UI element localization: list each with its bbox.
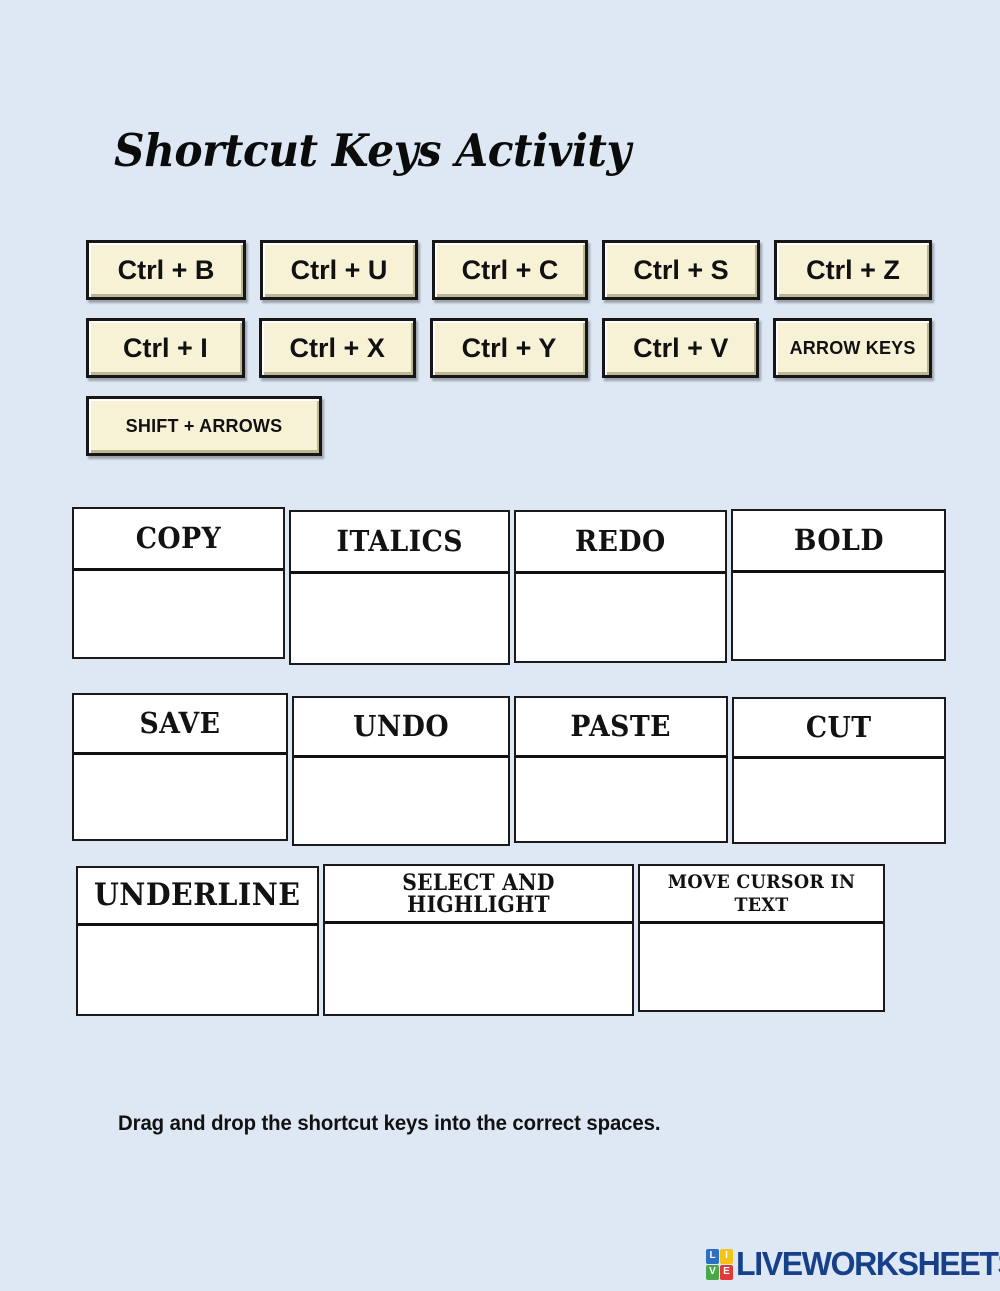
drop-zone-move-cursor-in-text[interactable] <box>640 924 883 1010</box>
key-button-label: Ctrl + V <box>633 332 729 363</box>
answer-box-header-label: UNDO <box>353 709 449 743</box>
logo-wordmark: LIVEWORKSHEETS <box>736 1245 1000 1282</box>
answer-box-underline: UNDERLINE <box>76 866 319 1016</box>
key-button-ctrl-c[interactable]: Ctrl + C <box>431 240 588 300</box>
answer-box-header: UNDERLINE <box>78 868 317 926</box>
answer-box-header-label: UNDERLINE <box>94 877 301 913</box>
instruction-text: Drag and drop the shortcut keys into the… <box>118 1112 661 1135</box>
key-row-2: Ctrl + I Ctrl + X Ctrl + Y Ctrl + V ARRO… <box>86 318 946 378</box>
liveworksheets-logo[interactable]: L I V E LIVEWORKSHEETS <box>706 1245 1000 1283</box>
key-button-label: Ctrl + Y <box>461 332 557 363</box>
answer-box-select-and-highlight: SELECT AND HIGHLIGHT <box>323 864 634 1016</box>
drop-zone-paste[interactable] <box>516 758 726 841</box>
answer-row-3: UNDERLINE SELECT AND HIGHLIGHT MOVE CURS… <box>76 864 889 1016</box>
key-button-label: Ctrl + I <box>123 332 208 363</box>
answer-box-paste: PASTE <box>514 696 728 843</box>
answer-box-header-label: PASTE <box>570 709 672 743</box>
drop-zone-copy[interactable] <box>74 571 283 657</box>
logo-tile-l: L <box>706 1248 719 1264</box>
key-button-label: Ctrl + U <box>290 254 388 285</box>
key-button-arrow-keys[interactable]: ARROW KEYS <box>773 318 932 378</box>
drop-zone-underline[interactable] <box>78 926 317 1014</box>
drop-zone-undo[interactable] <box>294 758 508 844</box>
answer-box-header-label: SAVE <box>139 706 221 740</box>
answer-box-header-label: CUT <box>806 710 872 744</box>
drop-zone-redo[interactable] <box>516 574 725 661</box>
key-button-label: Ctrl + Z <box>806 254 900 285</box>
key-button-ctrl-i[interactable]: Ctrl + I <box>86 318 245 378</box>
answer-box-header-label: COPY <box>135 521 222 555</box>
key-button-ctrl-x[interactable]: Ctrl + X <box>258 318 416 378</box>
answer-box-header: UNDO <box>294 698 508 758</box>
key-button-ctrl-v[interactable]: Ctrl + V <box>602 318 760 378</box>
logo-tile-e: E <box>720 1264 733 1280</box>
answer-box-header: ITALICS <box>291 512 508 574</box>
answer-row-1: COPY ITALICS REDO BOLD <box>72 507 950 665</box>
answer-box-move-cursor-in-text: MOVE CURSOR IN TEXT <box>638 864 885 1012</box>
key-button-ctrl-b[interactable]: Ctrl + B <box>86 240 246 300</box>
logo-tile-i: I <box>720 1248 733 1264</box>
answer-box-header-label: ITALICS <box>336 524 463 558</box>
worksheet-page: Shortcut Keys Activity Ctrl + B Ctrl + U… <box>0 0 1000 1291</box>
drop-zone-bold[interactable] <box>733 573 944 659</box>
answer-box-header: BOLD <box>733 511 944 573</box>
key-button-label: Ctrl + X <box>289 332 385 363</box>
key-row-3: SHIFT + ARROWS <box>86 396 946 456</box>
drop-zone-save[interactable] <box>74 755 286 839</box>
answer-box-header-label: BOLD <box>793 523 884 557</box>
answer-box-header-label: MOVE CURSOR IN TEXT <box>667 870 856 916</box>
key-button-label: Ctrl + S <box>633 254 729 285</box>
logo-tiles: L I V E <box>706 1248 733 1280</box>
answer-box-header-label: SELECT AND HIGHLIGHT <box>402 869 555 918</box>
answer-box-header-label: REDO <box>575 524 666 558</box>
answer-box-header: CUT <box>734 699 944 759</box>
answer-box-copy: COPY <box>72 507 285 659</box>
key-button-ctrl-y[interactable]: Ctrl + Y <box>429 318 589 378</box>
page-title: Shortcut Keys Activity <box>114 124 631 177</box>
key-button-label: Ctrl + C <box>461 254 559 285</box>
shortcut-keys-bank: Ctrl + B Ctrl + U Ctrl + C Ctrl + S Ctrl… <box>86 240 946 474</box>
answer-box-header: PASTE <box>516 698 726 758</box>
answer-box-redo: REDO <box>514 510 727 663</box>
answer-box-bold: BOLD <box>731 509 946 661</box>
answer-box-undo: UNDO <box>292 696 510 846</box>
drop-zone-cut[interactable] <box>734 759 944 842</box>
logo-tile-v: V <box>706 1264 719 1280</box>
key-row-1: Ctrl + B Ctrl + U Ctrl + C Ctrl + S Ctrl… <box>86 240 946 300</box>
key-button-label: Ctrl + B <box>117 254 215 285</box>
key-button-label: SHIFT + ARROWS <box>125 415 283 436</box>
key-button-shift-arrows[interactable]: SHIFT + ARROWS <box>86 396 322 456</box>
answer-box-italics: ITALICS <box>289 510 510 665</box>
answer-box-header: MOVE CURSOR IN TEXT <box>640 866 883 924</box>
answer-box-header: SAVE <box>74 695 286 755</box>
answer-box-header: COPY <box>74 509 283 571</box>
drop-zone-italics[interactable] <box>291 574 508 663</box>
answer-box-header: REDO <box>516 512 725 574</box>
key-button-ctrl-s[interactable]: Ctrl + S <box>602 240 760 300</box>
key-button-label: ARROW KEYS <box>789 337 916 358</box>
answer-box-save: SAVE <box>72 693 288 841</box>
key-button-ctrl-u[interactable]: Ctrl + U <box>259 240 418 300</box>
answer-row-2: SAVE UNDO PASTE CUT <box>72 693 950 846</box>
answer-box-header: SELECT AND HIGHLIGHT <box>325 866 632 924</box>
key-button-ctrl-z[interactable]: Ctrl + Z <box>774 240 932 300</box>
drop-zone-select-and-highlight[interactable] <box>325 924 632 1014</box>
answer-box-cut: CUT <box>732 697 946 844</box>
